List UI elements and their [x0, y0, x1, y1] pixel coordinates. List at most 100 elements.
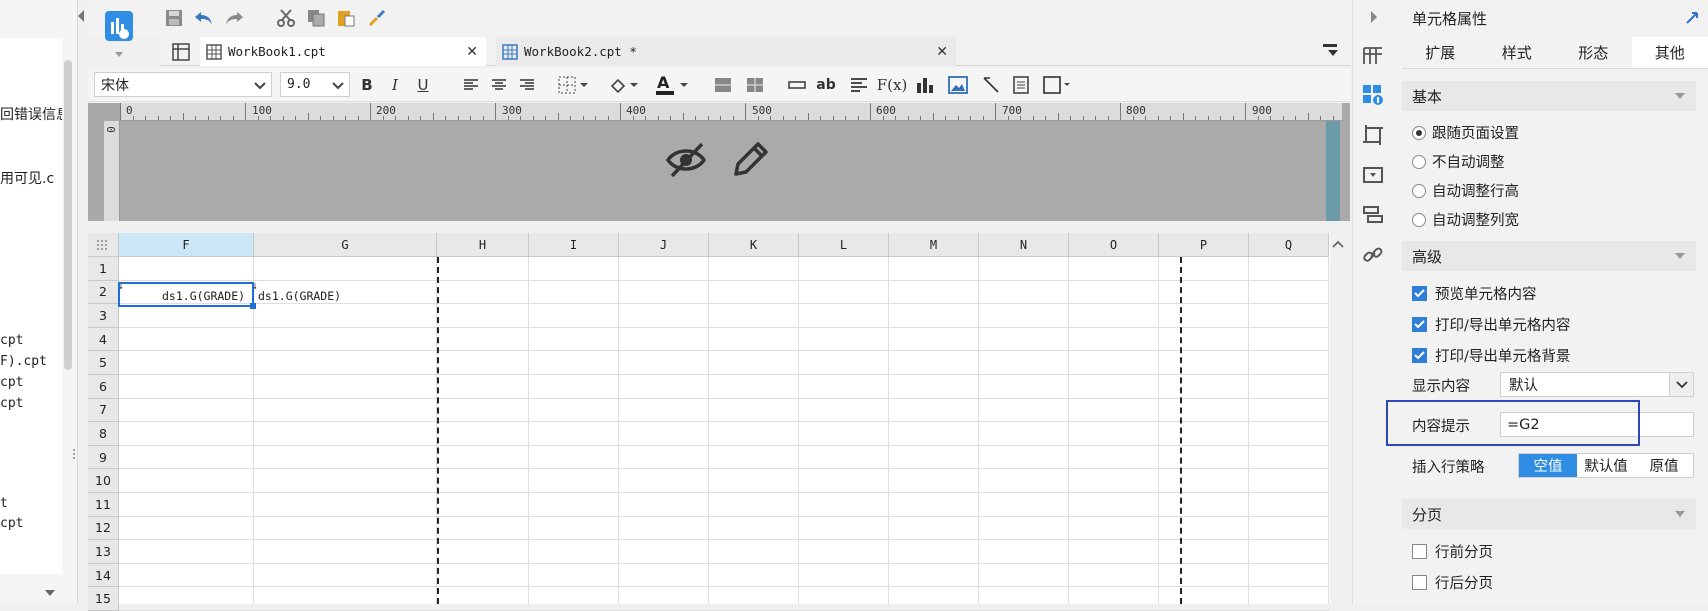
formula-button[interactable]: F(x) — [878, 72, 906, 98]
display-content-select[interactable]: 默认 — [1500, 372, 1694, 397]
fill-color-icon[interactable] — [606, 72, 642, 98]
row-header-3[interactable]: 3 — [88, 304, 119, 328]
font-size-select[interactable]: 9.0 — [280, 72, 350, 97]
column-header-h[interactable]: H — [437, 233, 529, 257]
list-item[interactable]: cpt — [0, 375, 23, 390]
left-panel-scrollbar[interactable] — [64, 60, 72, 370]
fill-handle[interactable] — [250, 303, 256, 309]
collapse-left-icon[interactable] — [76, 8, 86, 24]
font-name-select[interactable]: 宋体 — [94, 72, 272, 97]
list-item[interactable]: F).cpt — [0, 354, 47, 369]
app-logo-icon[interactable] — [104, 10, 134, 46]
checkbox-print-background[interactable]: 打印/导出单元格背景 — [1412, 345, 1570, 366]
float-element-icon[interactable] — [1040, 72, 1074, 98]
row-header-12[interactable]: 12 — [88, 517, 119, 541]
row-header-6[interactable]: 6 — [88, 375, 119, 399]
sub-report-icon[interactable] — [1010, 72, 1032, 98]
tab-style[interactable]: 样式 — [1479, 37, 1556, 68]
list-item[interactable]: cpt — [0, 516, 23, 531]
close-icon[interactable]: ✕ — [936, 44, 948, 60]
radio-auto-row-height[interactable]: 自动调整行高 — [1412, 180, 1519, 201]
redo-icon[interactable] — [222, 6, 246, 30]
checkbox[interactable] — [1412, 575, 1427, 590]
column-header-o[interactable]: O — [1069, 233, 1159, 257]
column-header-i[interactable]: I — [529, 233, 619, 257]
select-all-corner[interactable] — [88, 233, 119, 257]
radio-button[interactable] — [1412, 213, 1426, 227]
tab-form[interactable]: 形态 — [1555, 37, 1632, 68]
checkbox[interactable] — [1412, 544, 1427, 559]
cut-icon[interactable] — [274, 6, 298, 30]
expand-arrow-icon[interactable] — [1684, 10, 1700, 26]
split-cells-icon[interactable] — [744, 72, 766, 98]
underline-button[interactable]: U — [412, 72, 434, 98]
checkbox-print-content[interactable]: 打印/导出单元格内容 — [1412, 314, 1570, 335]
align-right-icon[interactable] — [516, 72, 538, 98]
checkbox[interactable] — [1412, 348, 1427, 363]
section-paging-header[interactable]: 分页 — [1402, 499, 1696, 529]
policy-null-button[interactable]: 空值 — [1519, 454, 1577, 477]
row-header-14[interactable]: 14 — [88, 564, 119, 588]
splitter-handle[interactable] — [72, 448, 76, 460]
scroll-up-icon[interactable] — [1330, 236, 1346, 252]
checkbox[interactable] — [1412, 317, 1427, 332]
radio-no-adjust[interactable]: 不自动调整 — [1412, 151, 1505, 172]
paste-icon[interactable] — [334, 6, 358, 30]
tab-workbook2[interactable]: WorkBook2.cpt * ✕ — [496, 37, 956, 66]
widget-icon[interactable] — [1362, 164, 1384, 186]
close-icon[interactable]: ✕ — [466, 44, 478, 60]
section-advanced-header[interactable]: 高级 — [1402, 241, 1696, 271]
column-header-n[interactable]: N — [979, 233, 1069, 257]
undo-icon[interactable] — [192, 6, 216, 30]
column-header-j[interactable]: J — [619, 233, 709, 257]
column-header-l[interactable]: L — [799, 233, 889, 257]
italic-button[interactable]: I — [384, 72, 406, 98]
column-header-q[interactable]: Q — [1249, 233, 1329, 257]
chart-icon[interactable] — [914, 72, 936, 98]
row-header-8[interactable]: 8 — [88, 422, 119, 446]
list-item[interactable]: 回错误信息 — [0, 104, 62, 124]
policy-default-button[interactable]: 默认值 — [1577, 454, 1635, 477]
cell-element-icon[interactable] — [1362, 44, 1384, 66]
row-header-5[interactable]: 5 — [88, 351, 119, 375]
radio-button[interactable] — [1412, 155, 1426, 169]
align-left-icon[interactable] — [460, 72, 482, 98]
radio-button[interactable] — [1412, 184, 1426, 198]
tab-workbook1[interactable]: WorkBook1.cpt ✕ — [200, 37, 486, 66]
tab-expand[interactable]: 扩展 — [1402, 37, 1479, 68]
wrap-text-icon[interactable] — [848, 72, 870, 98]
bold-button[interactable]: B — [356, 72, 378, 98]
row-header-1[interactable]: 1 — [88, 257, 119, 281]
chevron-down-icon[interactable] — [44, 588, 56, 598]
row-header-13[interactable]: 13 — [88, 540, 119, 564]
list-item[interactable]: cpt — [0, 396, 23, 411]
column-header-g[interactable]: G — [254, 233, 437, 257]
insert-row-icon[interactable] — [786, 72, 808, 98]
crop-icon[interactable] — [1362, 124, 1384, 146]
row-header-4[interactable]: 4 — [88, 328, 119, 352]
collapse-right-icon[interactable] — [1368, 8, 1380, 26]
checkbox[interactable] — [1412, 286, 1427, 301]
text-button[interactable]: ab — [814, 72, 838, 98]
grid-view-icon[interactable] — [172, 43, 192, 61]
row-header-9[interactable]: 9 — [88, 446, 119, 470]
checkbox-preview-content[interactable]: 预览单元格内容 — [1412, 283, 1537, 304]
column-header-f[interactable]: F — [119, 233, 254, 257]
row-header-2[interactable]: 2 — [88, 281, 119, 305]
column-header-p[interactable]: P — [1159, 233, 1249, 257]
section-basic-header[interactable]: 基本 — [1402, 81, 1696, 111]
radio-follow-page[interactable]: 跟随页面设置 — [1412, 122, 1519, 143]
column-header-k[interactable]: K — [709, 233, 799, 257]
cell-g2-value[interactable]: ds1.G(GRADE) — [258, 289, 341, 303]
row-header-7[interactable]: 7 — [88, 399, 119, 423]
cell-f2-value[interactable]: ds1.G(GRADE) — [162, 289, 245, 303]
slash-icon[interactable] — [980, 72, 1002, 98]
list-item[interactable]: 用可见.c — [0, 168, 54, 188]
checkbox-page-before-row[interactable]: 行前分页 — [1412, 541, 1493, 562]
eye-hidden-icon[interactable] — [664, 138, 708, 182]
font-color-icon[interactable]: A — [652, 72, 692, 98]
row-header-11[interactable]: 11 — [88, 493, 119, 517]
chevron-down-icon[interactable] — [114, 51, 124, 59]
policy-original-button[interactable]: 原值 — [1635, 454, 1693, 477]
row-header-10[interactable]: 10 — [88, 469, 119, 493]
